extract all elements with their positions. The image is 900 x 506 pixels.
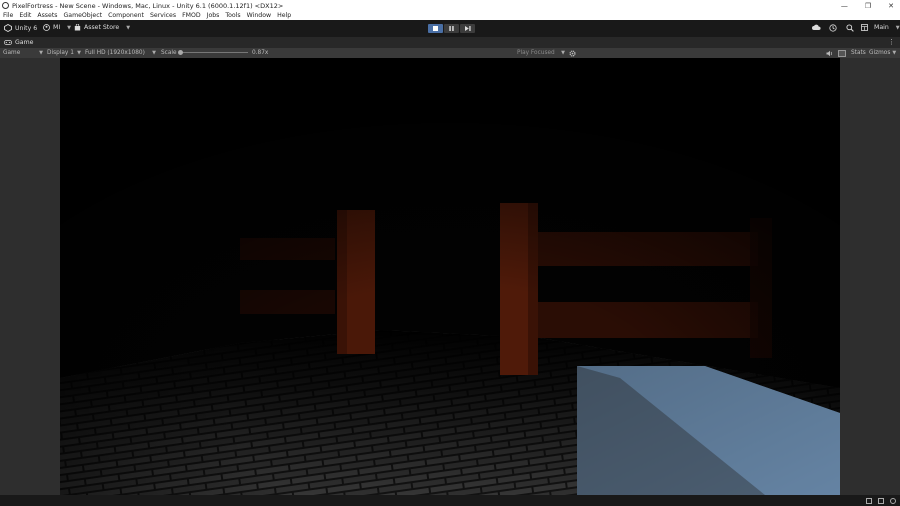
search-icon — [846, 24, 854, 32]
display-icon — [838, 49, 846, 57]
pause-button[interactable] — [444, 24, 459, 33]
layout-icon — [861, 24, 868, 31]
chevron-down-icon: ▼ — [892, 50, 897, 56]
history-icon — [829, 24, 837, 32]
step-button[interactable] — [460, 24, 475, 33]
unity-label: Unity 6 — [15, 24, 38, 32]
chevron-down-icon: ▼ — [895, 24, 900, 31]
menu-component[interactable]: Component — [105, 12, 147, 19]
menu-help[interactable]: Help — [274, 12, 294, 19]
asset-store-dropdown[interactable]: Asset Store ▼ — [74, 24, 130, 31]
stop-icon — [433, 26, 438, 31]
play-mode-label: Play Focused — [517, 50, 555, 56]
gizmos-dropdown[interactable]: Gizmos ▼ — [869, 48, 896, 58]
title-bar: PixelFortress - New Scene - Windows, Mac… — [0, 0, 900, 11]
notifications-icon[interactable] — [890, 498, 896, 504]
letterbox-right — [840, 58, 900, 495]
pause-icon — [449, 26, 454, 31]
scale-value: 0.87x — [252, 50, 269, 56]
step-icon — [464, 26, 471, 31]
menu-jobs[interactable]: Jobs — [204, 12, 223, 19]
layout-dropdown[interactable]: Main ▼ — [861, 24, 900, 31]
play-button[interactable] — [428, 24, 443, 33]
stats-button[interactable]: Stats — [851, 48, 866, 58]
search-button[interactable] — [846, 24, 854, 32]
unity-cube-icon — [4, 24, 12, 32]
minimize-button[interactable]: — — [841, 2, 848, 10]
chevron-down-icon: ▼ — [126, 24, 131, 31]
menu-edit[interactable]: Edit — [16, 12, 34, 19]
tab-label: Game — [15, 39, 34, 46]
more-options-icon[interactable]: ⋮ — [888, 38, 895, 46]
play-mode-dropdown[interactable]: Play Focused ▼ — [517, 48, 565, 58]
scale-label: Scale — [161, 50, 177, 56]
chevron-down-icon: ▼ — [77, 50, 81, 56]
letterbox-left — [0, 58, 60, 495]
menu-tools[interactable]: Tools — [222, 12, 243, 19]
menu-window[interactable]: Window — [244, 12, 274, 19]
gear-icon — [569, 49, 576, 57]
menu-assets[interactable]: Assets — [34, 12, 60, 19]
display-dropdown[interactable]: Display 1 ▼ — [47, 48, 81, 58]
resolution-label: Full HD (1920x1080) — [85, 50, 145, 56]
user-icon — [43, 24, 50, 31]
unity-logo-icon — [2, 2, 9, 9]
maximize-button[interactable]: ❐ — [865, 2, 871, 10]
shopping-bag-icon — [74, 24, 81, 31]
history-button[interactable] — [829, 24, 837, 32]
cloud-icon — [812, 24, 821, 30]
menu-gameobject[interactable]: GameObject — [60, 12, 105, 19]
account-dropdown[interactable]: MI ▼ — [43, 24, 71, 31]
settings-button[interactable] — [569, 48, 576, 58]
resolution-dropdown[interactable]: Full HD (1920x1080) ▼ — [85, 48, 156, 58]
view-mode-label: Game — [3, 50, 21, 56]
tab-game[interactable]: Game — [0, 37, 39, 48]
menu-file[interactable]: File — [0, 12, 16, 19]
layout-label: Main — [874, 24, 889, 31]
aspect-toggle-button[interactable] — [838, 48, 846, 58]
gizmos-label: Gizmos — [869, 50, 891, 56]
mute-audio-button[interactable] — [826, 48, 833, 58]
chevron-down-icon: ▼ — [561, 50, 565, 56]
game-view-toolbar: Game ▼ Display 1 ▼ Full HD (1920x1080) ▼… — [0, 48, 900, 58]
cloud-button[interactable] — [812, 24, 821, 31]
scale-slider-handle[interactable] — [178, 50, 183, 55]
display-label: Display 1 — [47, 50, 74, 56]
window-title: PixelFortress - New Scene - Windows, Mac… — [12, 1, 284, 10]
scale-slider-track[interactable] — [180, 52, 248, 53]
chevron-down-icon: ▼ — [152, 50, 156, 56]
game-viewport[interactable] — [60, 58, 840, 495]
asset-store-label: Asset Store — [84, 24, 120, 31]
menu-fmod[interactable]: FMOD — [179, 12, 204, 19]
menu-services[interactable]: Services — [147, 12, 179, 19]
game-render — [60, 58, 840, 495]
chevron-down-icon: ▼ — [39, 50, 43, 56]
progress-icon[interactable] — [878, 498, 884, 504]
tab-strip: Game ⋮ — [0, 37, 900, 48]
console-icon[interactable] — [866, 498, 872, 504]
speaker-icon — [826, 50, 833, 56]
close-button[interactable]: ✕ — [888, 2, 894, 10]
unity-account-button[interactable]: Unity 6 — [4, 24, 37, 32]
gamepad-icon — [4, 40, 12, 45]
view-mode-dropdown[interactable]: Game ▼ — [3, 48, 43, 58]
account-label: MI — [53, 24, 61, 31]
status-bar — [0, 495, 900, 506]
chevron-down-icon: ▼ — [67, 24, 72, 31]
